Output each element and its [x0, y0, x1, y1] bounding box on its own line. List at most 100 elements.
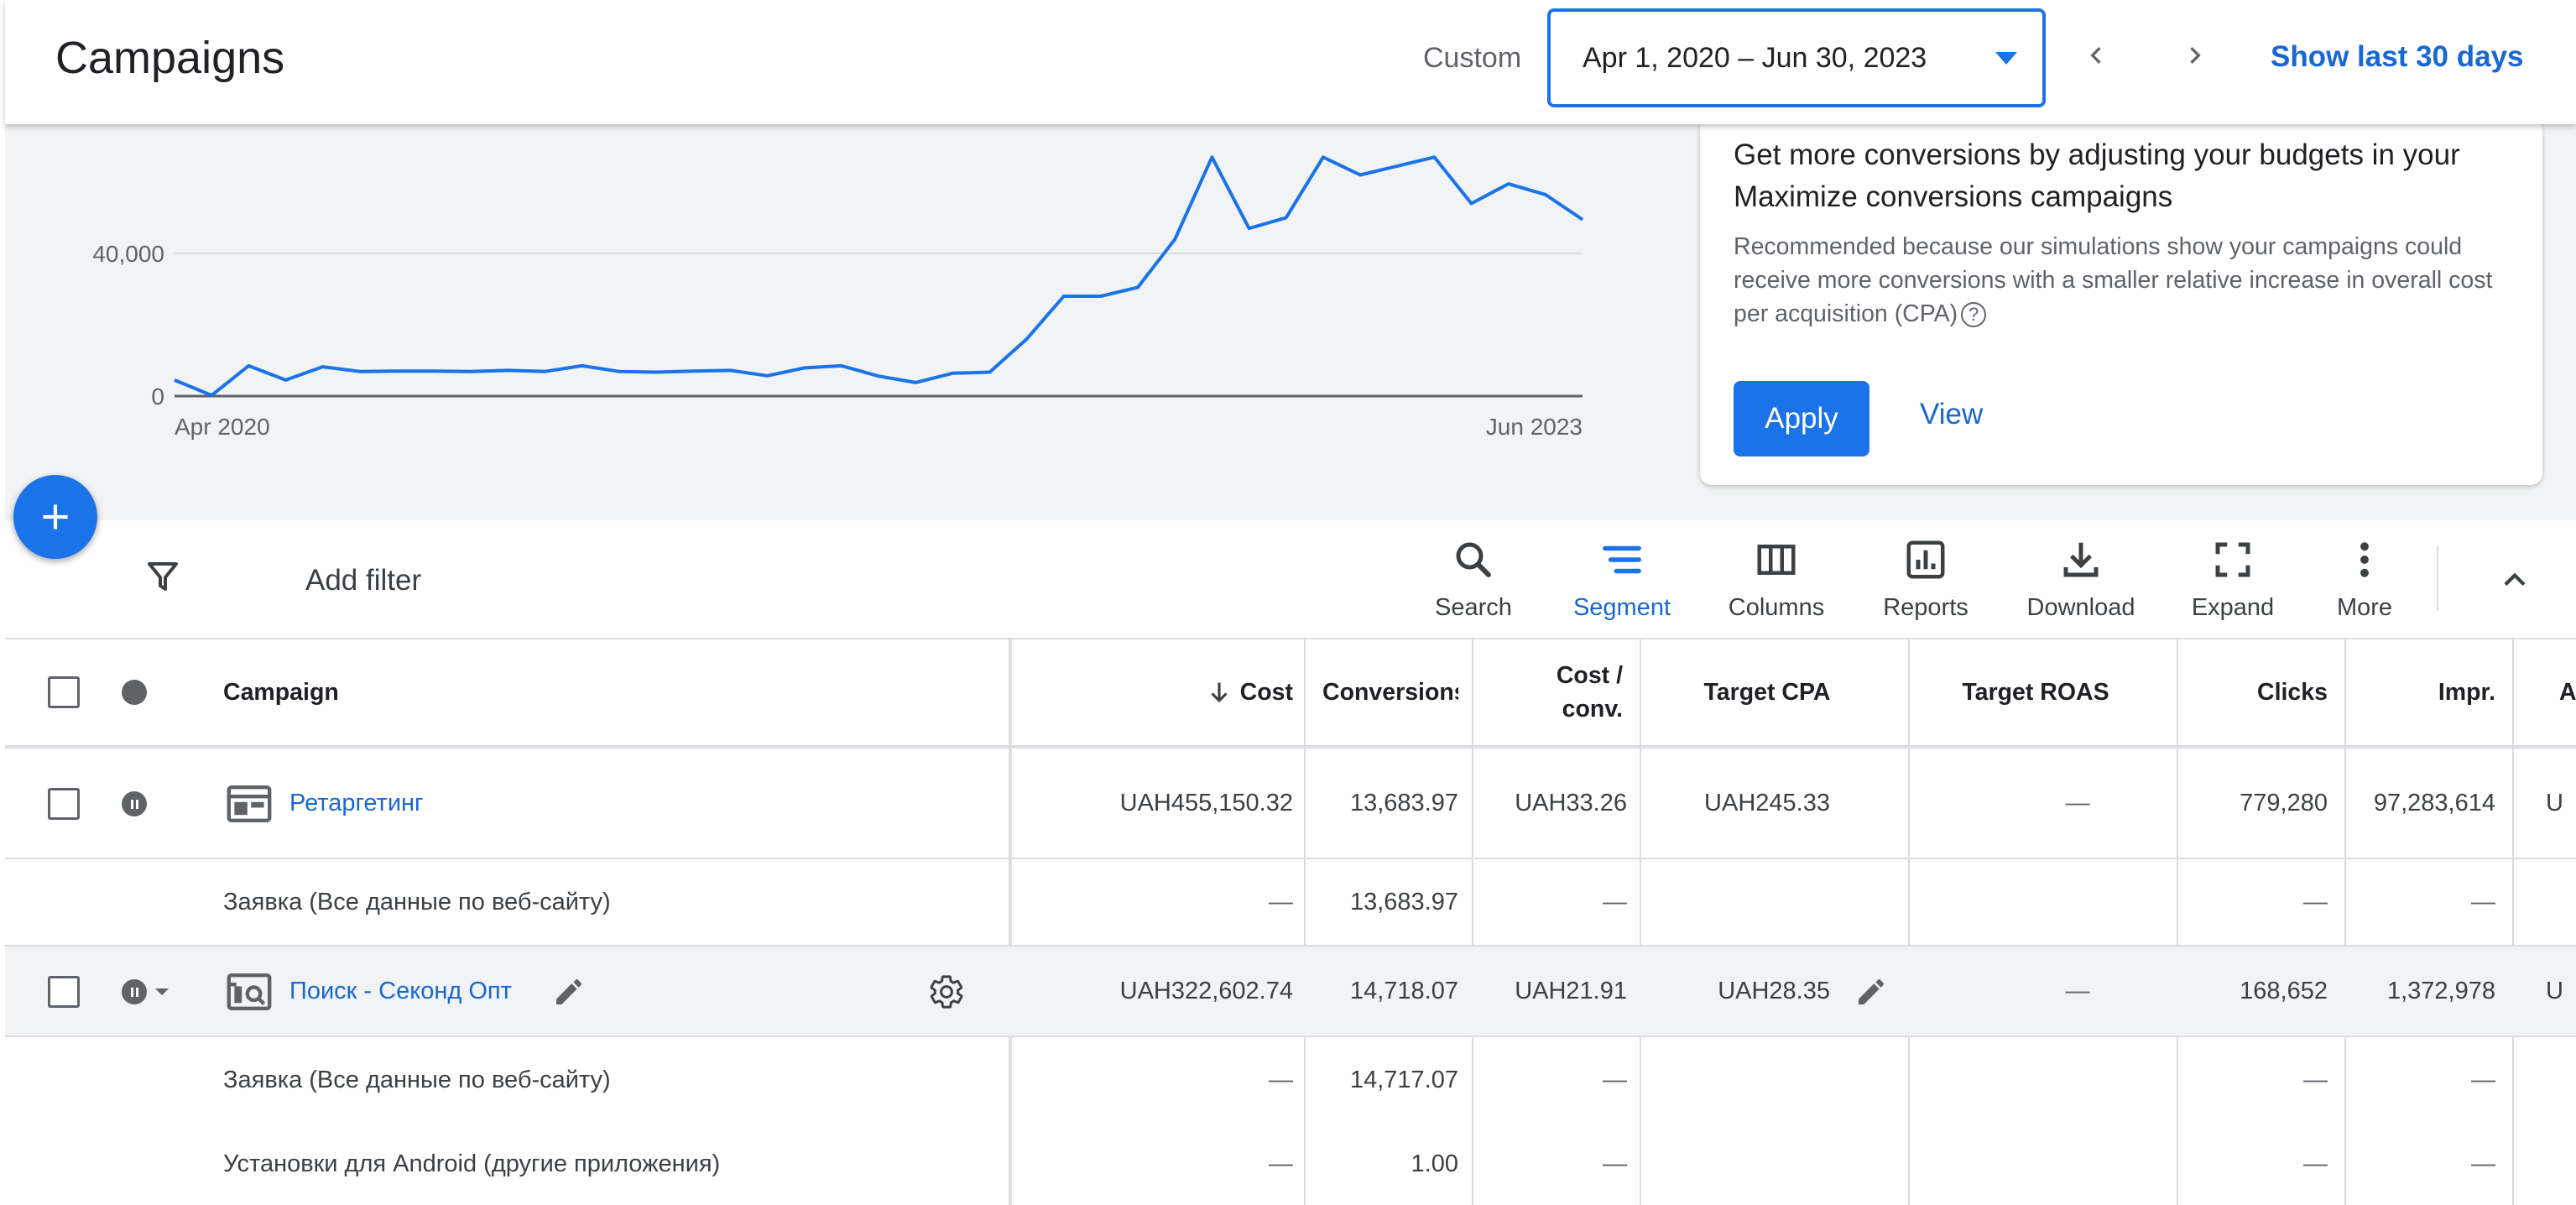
next-period-button[interactable] — [2170, 30, 2220, 81]
arrow-down-icon — [1211, 682, 1228, 703]
cost-per-conv-value: — — [1603, 1066, 1627, 1093]
next-column-value: U — [2546, 789, 2563, 816]
row-checkbox[interactable] — [48, 788, 80, 820]
campaigns-table: Campaign Cost Conversions Cost / conv. T… — [5, 639, 2576, 1205]
filter-icon[interactable] — [143, 557, 183, 602]
chevron-up-icon — [2504, 572, 2526, 587]
performance-chart: 40,000 0 Apr 2020 Jun 2023 — [92, 155, 1584, 440]
status-dropdown-icon[interactable] — [152, 985, 172, 999]
search-campaign-icon — [227, 973, 272, 1010]
page-title: Campaigns — [55, 33, 285, 83]
help-icon[interactable]: ? — [1961, 302, 1987, 328]
paused-status-icon[interactable] — [122, 791, 147, 816]
impressions-value: 97,283,614 — [2373, 789, 2495, 816]
cost-per-conv-value: — — [1603, 1150, 1627, 1177]
cost-per-conv-value: — — [1603, 888, 1627, 915]
clicks-value: 168,652 — [2240, 977, 2328, 1004]
conversions-value: 14,718.07 — [1349, 977, 1458, 1004]
paused-status-icon[interactable] — [122, 979, 147, 1004]
edit-target-cpa-icon[interactable] — [1854, 975, 1888, 1009]
table-row[interactable]: Поиск - Секонд Опт UAH322,602.74 14,718.… — [5, 947, 2576, 1037]
expand-button[interactable]: Expand — [2170, 537, 2296, 629]
segment-icon — [1603, 545, 1641, 574]
campaign-name-link[interactable]: Ретаргетинг — [289, 749, 424, 858]
header-campaign[interactable]: Campaign — [223, 639, 559, 745]
select-all-checkbox[interactable] — [48, 676, 80, 708]
segment-label: Segment — [1572, 594, 1671, 621]
edit-campaign-name-icon[interactable] — [552, 975, 586, 1009]
more-button[interactable]: More — [2302, 537, 2427, 629]
columns-icon — [1757, 545, 1796, 575]
search-button[interactable]: Search — [1411, 537, 1536, 629]
conversions-value: 1.00 — [1411, 1150, 1458, 1177]
conversion-action-name: Заявка (Все данные по веб-сайту) — [223, 1066, 611, 1093]
series-line-0 — [174, 155, 1584, 398]
columns-label: Columns — [1728, 594, 1825, 621]
previous-period-button[interactable] — [2071, 30, 2121, 81]
more-vert-icon — [2360, 542, 2369, 577]
collapse-button[interactable] — [2494, 559, 2536, 605]
clicks-value: — — [2303, 1150, 2328, 1177]
header-cost-per-conv[interactable]: Cost / conv. — [1473, 639, 1623, 745]
dropdown-arrow-icon — [1995, 52, 2017, 65]
recommendation-card: Get more conversions by adjusting your b… — [1700, 117, 2542, 485]
apply-button[interactable]: Apply — [1734, 381, 1869, 456]
impressions-value: — — [2471, 1150, 2495, 1177]
x-tick-end: Jun 2023 — [1486, 414, 1583, 440]
row-checkbox[interactable] — [48, 976, 80, 1008]
header-next-column[interactable]: A — [2559, 639, 2576, 745]
download-label: Download — [2026, 594, 2135, 621]
clicks-value: 779,280 — [2240, 789, 2328, 816]
header-clicks[interactable]: Clicks — [2187, 639, 2328, 745]
date-range-value: Apr 1, 2020 – Jun 30, 2023 — [1583, 42, 1927, 74]
create-button[interactable] — [13, 475, 97, 559]
add-filter-button[interactable]: Add filter — [305, 564, 421, 597]
reports-label: Reports — [1883, 594, 1969, 621]
settings-gear-icon[interactable] — [928, 973, 965, 1010]
status-header-icon — [122, 680, 147, 705]
table-row[interactable]: Ретаргетинг UAH455,150.32 13,683.97 UAH3… — [5, 749, 2576, 859]
columns-button[interactable]: Columns — [1713, 537, 1839, 629]
table-row: Установки для Android (другие приложения… — [5, 1123, 2576, 1205]
table-row: Заявка (Все данные по веб-сайту) — 14,71… — [5, 1037, 2576, 1123]
clicks-value: — — [2303, 1066, 2328, 1093]
cost-value: — — [1269, 888, 1293, 915]
header-target-cpa[interactable]: Target CPA — [1641, 639, 1893, 745]
reports-button[interactable]: Reports — [1863, 537, 1989, 629]
show-last-30-days-link[interactable]: Show last 30 days — [2271, 40, 2524, 74]
impressions-value: — — [2471, 1066, 2495, 1093]
date-range-picker[interactable]: Apr 1, 2020 – Jun 30, 2023 — [1547, 8, 2046, 107]
header-conversions[interactable]: Conversions — [1322, 639, 1458, 745]
target-cpa-value[interactable]: UAH245.33 — [1641, 749, 1893, 858]
recommendation-description: Recommended because our simulations show… — [1734, 230, 2514, 331]
plus-icon — [43, 504, 68, 529]
header-target-roas[interactable]: Target ROAS — [1910, 639, 2161, 745]
cost-value: — — [1269, 1150, 1293, 1177]
clicks-value: — — [2303, 888, 2328, 915]
recommendation-description-text: Recommended because our simulations show… — [1734, 233, 2493, 327]
campaigns-page: Campaigns Custom Apr 1, 2020 – Jun 30, 2… — [0, 0, 2576, 1205]
cost-value: UAH322,602.74 — [1119, 977, 1293, 1004]
expand-icon — [2215, 542, 2250, 577]
header-impressions[interactable]: Impr. — [2354, 639, 2495, 745]
display-campaign-icon — [227, 785, 272, 822]
table-header: Campaign Cost Conversions Cost / conv. T… — [5, 639, 2576, 749]
conversions-value: 13,683.97 — [1349, 789, 1458, 816]
header-cost[interactable]: Cost — [1020, 639, 1293, 745]
table-row: Заявка (Все данные по веб-сайту) — 13,68… — [5, 859, 2576, 947]
recommendation-title: Get more conversions by adjusting your b… — [1734, 138, 2460, 213]
more-label: More — [2336, 594, 2393, 621]
y-tick-0: 0 — [151, 383, 164, 409]
segment-button[interactable]: Segment — [1559, 537, 1685, 629]
campaign-name-link[interactable]: Поиск - Секонд Опт — [289, 947, 512, 1035]
target-cpa-value[interactable]: UAH28.35 — [1641, 947, 1830, 1035]
x-tick-start: Apr 2020 — [175, 414, 270, 440]
download-button[interactable]: Download — [2018, 537, 2144, 629]
header-cost-per-conv-line2: conv. — [1562, 696, 1623, 722]
cost-value: — — [1269, 1066, 1293, 1093]
date-range-type-label: Custom — [1423, 42, 1522, 74]
download-icon — [2063, 542, 2099, 577]
view-button[interactable]: View — [1920, 398, 1983, 431]
cost-per-conv-value: UAH21.91 — [1515, 977, 1627, 1004]
conversions-value: 14,717.07 — [1349, 1066, 1458, 1093]
